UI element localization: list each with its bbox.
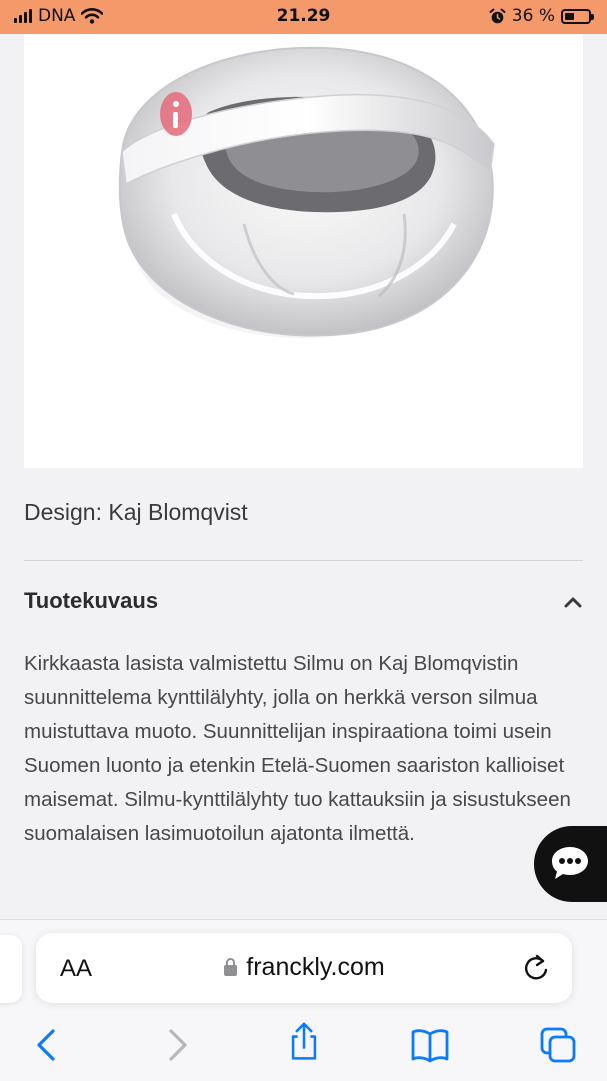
alarm-icon bbox=[489, 8, 506, 23]
battery-percent: 36 % bbox=[511, 6, 555, 26]
product-image[interactable] bbox=[24, 34, 583, 468]
back-icon[interactable] bbox=[26, 1025, 66, 1065]
forward-icon[interactable] bbox=[158, 1025, 198, 1065]
address-bar[interactable]: AA franckly.com bbox=[36, 933, 572, 1003]
reload-icon[interactable] bbox=[522, 953, 550, 983]
url-display[interactable]: franckly.com bbox=[36, 953, 572, 982]
chat-bubble-icon bbox=[552, 847, 588, 879]
bookmarks-icon[interactable] bbox=[410, 1025, 450, 1065]
description-section-title[interactable]: Tuotekuvaus bbox=[24, 588, 158, 614]
previous-tab-preview[interactable] bbox=[0, 935, 22, 1003]
lock-icon bbox=[224, 958, 238, 976]
chevron-up-icon[interactable] bbox=[562, 594, 584, 610]
share-icon[interactable] bbox=[284, 1022, 324, 1062]
designer-line: Design: Kaj Blomqvist bbox=[24, 499, 248, 525]
product-description: Kirkkaasta lasista valmistettu Silmu on … bbox=[24, 652, 571, 845]
status-right: 36 % bbox=[489, 6, 594, 26]
tabs-icon[interactable] bbox=[538, 1025, 578, 1065]
battery-icon bbox=[561, 8, 594, 24]
section-divider bbox=[24, 560, 583, 561]
glass-candle-holder-image bbox=[118, 46, 495, 338]
url-text: franckly.com bbox=[246, 953, 385, 981]
chat-button[interactable] bbox=[534, 826, 607, 902]
status-bar: DNA 21.29 36 % bbox=[0, 0, 607, 34]
